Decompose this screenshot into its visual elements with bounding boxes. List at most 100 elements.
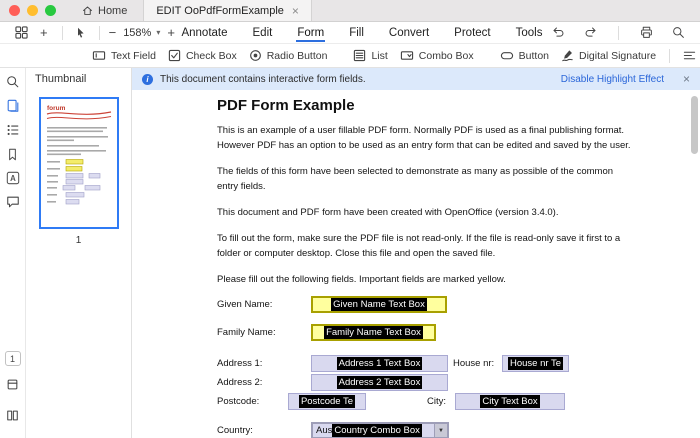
divider [669, 48, 671, 63]
document-title: PDF Form Example [217, 97, 355, 114]
digital-signature-tool[interactable]: Digital Signature [555, 47, 662, 64]
radio-button-tool-label: Radio Button [266, 49, 328, 62]
add-tab-button[interactable]: + [33, 23, 55, 42]
thumbnail-panel-button[interactable] [2, 95, 24, 117]
home-tab-label: Home [98, 4, 128, 17]
list-tool[interactable]: List [347, 47, 393, 64]
redo-icon [585, 27, 596, 37]
zoom-window-button[interactable] [45, 5, 56, 16]
button-icon [500, 52, 513, 60]
family-name-field-title: Family Name Text Box [324, 326, 423, 339]
current-page-indicator[interactable]: 1 [4, 351, 21, 366]
digital-signature-icon [562, 50, 573, 62]
paragraph-line: The fields of this form have been select… [217, 166, 614, 177]
paragraph-line: folder or computer desktop. Close this f… [217, 248, 496, 259]
thumbnail-page-number: 1 [75, 235, 82, 246]
radio-button-icon [249, 50, 261, 61]
menu-tools[interactable]: Tools [515, 24, 544, 42]
zoom-out-button[interactable]: − [107, 25, 119, 40]
paragraph: This document and PDF form have been cre… [217, 205, 700, 220]
sidebar-search-button[interactable] [2, 71, 24, 93]
check-box-icon [168, 49, 181, 62]
text-field-tool[interactable]: Text Field [86, 47, 162, 64]
check-box-tool[interactable]: Check Box [162, 47, 243, 64]
comment-panel-button[interactable] [2, 191, 24, 213]
list-icon [354, 49, 366, 62]
close-window-button[interactable] [9, 5, 20, 16]
zoom-in-button[interactable]: + [165, 25, 177, 40]
menu-fill[interactable]: Fill [348, 24, 365, 42]
postcode-field[interactable]: Postcode Te [288, 393, 366, 410]
form-row-address2: Address 2: Address 2 Text Box [217, 374, 700, 391]
search-button[interactable] [667, 24, 690, 41]
tab-document[interactable]: EDIT OoPdfFormExample × [143, 0, 312, 21]
country-combo-box[interactable]: Aus Country Combo Box ▼ [311, 422, 449, 438]
dashboard-button[interactable] [10, 24, 33, 41]
outline-panel-button[interactable] [2, 119, 24, 141]
digital-signature-tool-label: Digital Signature [579, 49, 657, 62]
address1-field[interactable]: Address 1 Text Box [311, 355, 448, 372]
combo-box-tool-label: Combo Box [418, 49, 474, 62]
search-icon [673, 27, 684, 38]
list-tool-label: List [371, 49, 388, 62]
given-name-field[interactable]: Given Name Text Box [311, 296, 447, 313]
menu-bar: Annotate Edit Form Fill Convert Protect … [180, 22, 543, 43]
address2-label: Address 2: [217, 377, 263, 388]
caret-down-icon: ▼ [438, 427, 444, 434]
page-thumbnail[interactable]: forum [38, 97, 119, 229]
check-box-tool-label: Check Box [185, 49, 237, 62]
paragraph-line: entry fields. [217, 181, 266, 192]
alignment-icon [683, 51, 696, 60]
menu-annotate[interactable]: Annotate [180, 24, 228, 42]
home-icon [83, 6, 92, 15]
print-button[interactable] [635, 24, 658, 41]
address1-field-title: Address 1 Text Box [336, 357, 423, 370]
menu-convert[interactable]: Convert [388, 24, 430, 42]
page-view-button[interactable] [2, 373, 24, 395]
given-name-label: Given Name: [217, 299, 273, 310]
two-page-view-button[interactable] [2, 404, 24, 426]
paragraph-line: This document and PDF form have been cre… [217, 207, 559, 218]
close-tab-icon[interactable]: × [292, 5, 299, 17]
tab-home[interactable]: Home [66, 0, 143, 21]
form-row-family-name: Family Name: Family Name Text Box [217, 324, 700, 341]
form-toolbar: Text Field Check Box Radio Button List C… [0, 44, 700, 68]
undo-button[interactable] [547, 24, 570, 41]
combo-box-tool[interactable]: Combo Box [394, 47, 480, 64]
redo-button[interactable] [579, 24, 602, 41]
minimize-window-button[interactable] [27, 5, 38, 16]
house-nr-field[interactable]: House nr Te [502, 355, 569, 372]
paragraph: To fill out the form, make sure the PDF … [217, 231, 700, 261]
font-panel-button[interactable]: A [2, 167, 24, 189]
given-name-field-title: Given Name Text Box [331, 298, 427, 311]
cursor-icon [77, 27, 84, 38]
disable-highlight-link[interactable]: Disable Highlight Effect [561, 74, 664, 85]
divider [61, 25, 63, 40]
family-name-field[interactable]: Family Name Text Box [311, 324, 436, 341]
postcode-field-title: Postcode Te [298, 395, 356, 408]
combo-dropdown-button[interactable]: ▼ [434, 424, 447, 437]
form-row-postcode-city: Postcode: Postcode Te City: City Text Bo… [217, 393, 700, 410]
select-tool-button[interactable] [70, 25, 92, 41]
city-field[interactable]: City Text Box [455, 393, 565, 410]
vertical-scrollbar-thumb[interactable] [691, 96, 698, 154]
paragraph: The fields of this form have been select… [217, 164, 700, 194]
menu-edit[interactable]: Edit [252, 24, 274, 42]
sidebar-icon-strip: A 1 [0, 68, 26, 438]
dashboard-icon [15, 26, 28, 39]
button-tool[interactable]: Button [494, 47, 555, 64]
menu-form[interactable]: Form [296, 24, 325, 42]
zoom-level[interactable]: 158% [123, 27, 151, 39]
address2-field[interactable]: Address 2 Text Box [311, 374, 448, 391]
menu-protect[interactable]: Protect [453, 24, 491, 42]
bookmark-panel-button[interactable] [2, 143, 24, 165]
svg-text:forum: forum [47, 105, 66, 112]
paragraph-line: However PDF has an option to be used as … [217, 140, 631, 151]
notice-close-icon[interactable]: × [683, 72, 690, 86]
svg-text:A: A [10, 174, 16, 183]
bookmark-icon [9, 148, 16, 160]
alignment-dropdown[interactable]: ▾ [677, 47, 700, 64]
radio-button-tool[interactable]: Radio Button [243, 47, 334, 64]
zoom-dropdown-icon[interactable]: ▾ [156, 28, 160, 37]
titlebar: Home EDIT OoPdfFormExample × [0, 0, 700, 22]
